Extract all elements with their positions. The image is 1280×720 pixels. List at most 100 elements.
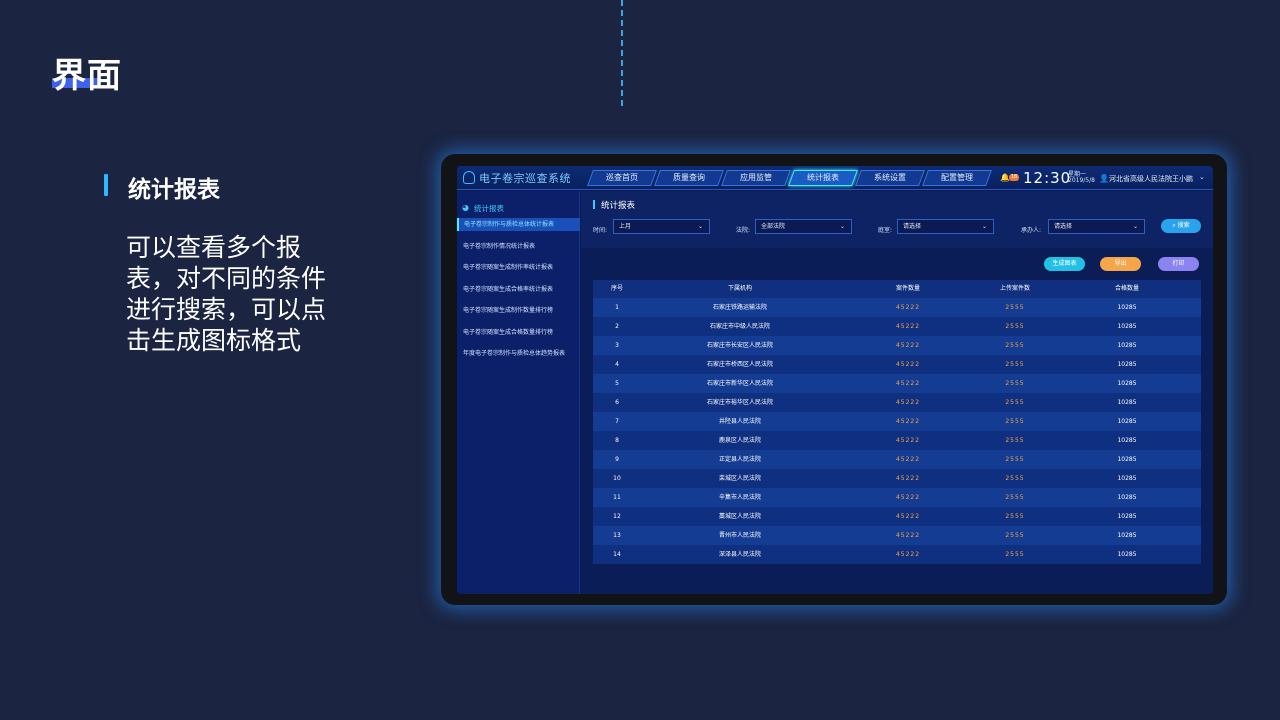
row-org: 石家庄市中级人民法院 (709, 323, 770, 330)
row-index: 4 (615, 361, 619, 368)
handler-select[interactable]: 请选择 ⌄ (1048, 219, 1145, 234)
row-qualified: 10285 (1117, 532, 1137, 539)
row-org: 井陉县人民法院 (718, 418, 761, 425)
row-uploaded: 2555 (1005, 551, 1025, 558)
table-row[interactable]: 11 辛集市人民法院 45222 2555 10285 (593, 488, 1201, 507)
row-case-count: 45222 (895, 304, 921, 311)
tablet-frame: 电子卷宗巡查系统 巡查首页 质量查询 应用监管 统计报表 系统设置 配置管理 🔔… (441, 154, 1227, 605)
table-row[interactable]: 13 晋州市人民法院 45222 2555 10285 (593, 526, 1201, 545)
table-row[interactable]: 4 石家庄市桥西区人民法院 45222 2555 10285 (593, 355, 1201, 374)
row-qualified: 10285 (1117, 456, 1137, 463)
row-case-count: 45222 (895, 475, 921, 482)
table-row[interactable]: 9 正定县人民法院 45222 2555 10285 (593, 450, 1201, 469)
row-case-count: 45222 (895, 361, 921, 368)
row-index: 9 (615, 456, 619, 463)
row-case-count: 45222 (895, 456, 921, 463)
header-org: 下属机构 (727, 285, 752, 292)
row-org: 石家庄市长安区人民法院 (706, 342, 773, 349)
nav-tab-monitor[interactable]: 应用监管 (721, 170, 791, 186)
row-uploaded: 2555 (1005, 361, 1025, 368)
row-org: 石家庄市裕华区人民法院 (706, 399, 773, 406)
time-filter-label: 时间: (593, 227, 608, 234)
table-row[interactable]: 5 石家庄市新华区人民法院 45222 2555 10285 (593, 374, 1201, 393)
generate-chart-button[interactable]: 生成图表 (1044, 257, 1085, 271)
table-row[interactable]: 12 藁城区人民法院 45222 2555 10285 (593, 507, 1201, 526)
row-uploaded: 2555 (1005, 475, 1025, 482)
table-row[interactable]: 8 鹿泉区人民法院 45222 2555 10285 (593, 431, 1201, 450)
print-button[interactable]: 打印 (1158, 257, 1199, 271)
row-qualified: 10285 (1117, 380, 1137, 387)
court-select[interactable]: 全部法院 ⌄ (755, 219, 852, 234)
row-org: 正定县人民法院 (718, 456, 761, 463)
row-index: 11 (613, 494, 621, 501)
chevron-down-icon: ⌄ (697, 223, 703, 230)
table-row[interactable]: 10 栾城区人民法院 45222 2555 10285 (593, 469, 1201, 488)
nav-tab-home[interactable]: 巡查首页 (587, 170, 657, 186)
time-select[interactable]: 上月 ⌄ (613, 219, 710, 234)
row-uploaded: 2555 (1005, 399, 1025, 406)
row-org: 石家庄铁路运输法院 (712, 304, 767, 311)
chevron-down-icon[interactable]: ⌄ (1199, 173, 1205, 181)
dashed-divider (621, 0, 623, 106)
sidebar-item-production-ranking[interactable]: 电子卷宗随案生成制作数量排行榜 (457, 304, 580, 317)
row-case-count: 45222 (895, 437, 921, 444)
nav-tab-settings[interactable]: 系统设置 (855, 170, 925, 186)
row-org: 栾城区人民法院 (718, 475, 761, 482)
sidebar-item-overall-report[interactable]: 电子卷宗制作与质检总体统计报表 (457, 218, 580, 231)
sidebar-item-annual-trend[interactable]: 年度电子卷宗制作与质检总体趋势报表 (457, 347, 580, 360)
app-topbar: 电子卷宗巡查系统 巡查首页 质量查询 应用监管 统计报表 系统设置 配置管理 🔔… (457, 166, 1213, 190)
sidebar-item-pass-ranking[interactable]: 电子卷宗随案生成合格数量排行榜 (457, 326, 580, 339)
chevron-down-icon: ⌄ (1132, 223, 1138, 230)
sidebar-item-production-report[interactable]: 电子卷宗制作情况统计报表 (457, 240, 580, 253)
row-case-count: 45222 (895, 513, 921, 520)
table-row[interactable]: 3 石家庄市长安区人民法院 45222 2555 10285 (593, 336, 1201, 355)
table-row[interactable]: 1 石家庄铁路运输法院 45222 2555 10285 (593, 298, 1201, 317)
table-row[interactable]: 7 井陉县人民法院 45222 2555 10285 (593, 412, 1201, 431)
court-filter-label: 法院: (736, 227, 751, 234)
tribunal-filter-label: 庭室: (878, 227, 893, 234)
row-uploaded: 2555 (1005, 437, 1025, 444)
row-uploaded: 2555 (1005, 456, 1025, 463)
row-org: 深泽县人民法院 (718, 551, 761, 558)
table-row[interactable]: 2 石家庄市中级人民法院 45222 2555 10285 (593, 317, 1201, 336)
panel-accent-bar (593, 200, 595, 209)
slide-title: 界面 (52, 56, 122, 96)
table-row[interactable]: 6 石家庄市裕华区人民法院 45222 2555 10285 (593, 393, 1201, 412)
chevron-down-icon: ⌄ (981, 223, 987, 230)
user-icon: 👤 (1099, 174, 1109, 183)
row-qualified: 10285 (1117, 551, 1137, 558)
table-header: 序号 下属机构 案件数量 上传案件数 合格数量 (593, 280, 1201, 298)
row-index: 6 (615, 399, 619, 406)
row-org: 藁城区人民法院 (718, 513, 761, 520)
nav-tab-reports[interactable]: 统计报表 (788, 170, 858, 186)
section-description: 可以查看多个报表，对不同的条件进行搜索，可以点击生成图标格式 (126, 233, 327, 355)
row-uploaded: 2555 (1005, 342, 1025, 349)
export-button[interactable]: 导出 (1100, 257, 1141, 271)
user-name[interactable]: 王小鹏 (1172, 174, 1193, 184)
table-row[interactable]: 14 深泽县人民法院 45222 2555 10285 (593, 545, 1201, 564)
header-qualified: 合格数量 (1114, 285, 1139, 292)
header-case-count: 案件数量 (895, 285, 920, 292)
clock-time: 12:30 (1023, 169, 1072, 187)
row-index: 13 (613, 532, 621, 539)
section-title: 统计报表 (128, 177, 220, 203)
row-uploaded: 2555 (1005, 532, 1025, 539)
row-uploaded: 2555 (1005, 323, 1025, 330)
nav-tab-quality[interactable]: 质量查询 (654, 170, 724, 186)
search-button[interactable]: ⌕ 搜索 (1161, 219, 1201, 233)
row-org: 石家庄市新华区人民法院 (706, 380, 773, 387)
row-case-count: 45222 (895, 399, 921, 406)
sidebar-item-production-rate[interactable]: 电子卷宗随案生成制作率统计报表 (457, 261, 580, 274)
panel-title: 统计报表 (601, 201, 636, 211)
sidebar-header: 统计报表 (474, 204, 504, 213)
date: 2019/5/8 (1068, 177, 1095, 184)
notification-badge: 18 (1009, 174, 1019, 181)
handler-filter-label: 承办人: (1021, 227, 1042, 234)
sidebar-item-pass-rate[interactable]: 电子卷宗随案生成合格率统计报表 (457, 283, 580, 296)
row-uploaded: 2555 (1005, 494, 1025, 501)
app-screen: 电子卷宗巡查系统 巡查首页 质量查询 应用监管 统计报表 系统设置 配置管理 🔔… (457, 166, 1213, 594)
tribunal-select[interactable]: 请选择 ⌄ (897, 219, 994, 234)
row-case-count: 45222 (895, 418, 921, 425)
nav-tab-config[interactable]: 配置管理 (922, 170, 992, 186)
row-qualified: 10285 (1117, 437, 1137, 444)
